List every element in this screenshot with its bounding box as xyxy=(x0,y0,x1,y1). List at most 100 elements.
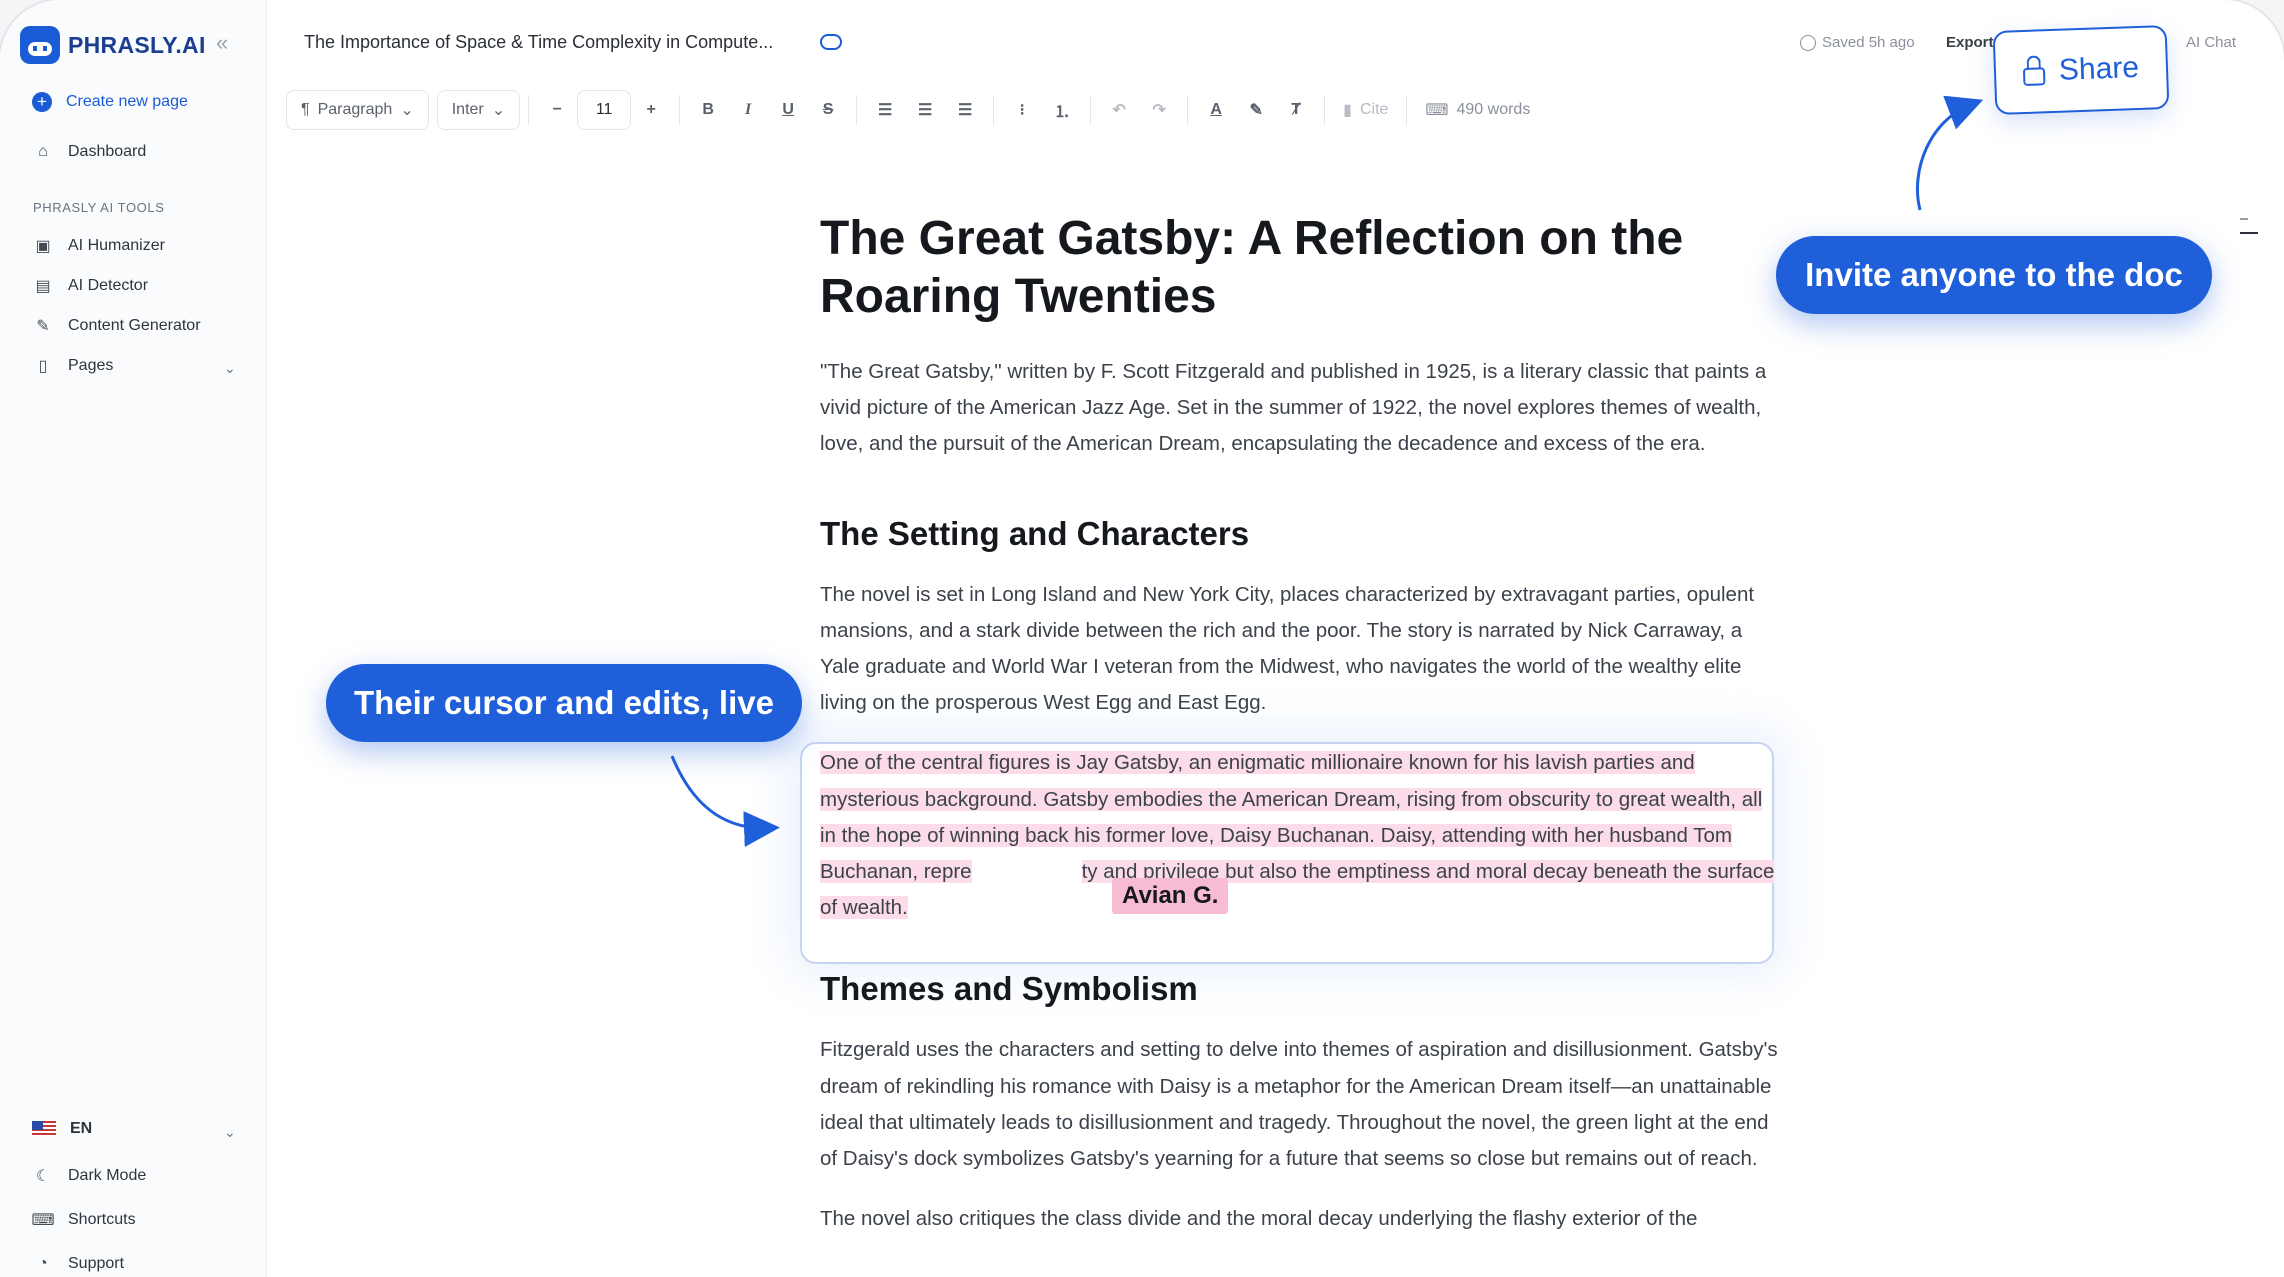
formatting-toolbar: ¶ Paragraph ⌄ Inter ⌄ − 11 + B I U S ☰ ☰… xyxy=(270,82,2260,138)
language-selector[interactable]: EN xyxy=(32,1120,92,1138)
section-heading-themes: Themes and Symbolism xyxy=(820,970,1198,1008)
language-chevron-down-icon[interactable]: ⌄ xyxy=(224,1124,236,1141)
decrease-size-button[interactable]: − xyxy=(537,91,577,129)
create-label: Create new page xyxy=(66,93,188,110)
toolbar-divider xyxy=(1324,95,1326,125)
keyboard-icon: ⌨ xyxy=(1425,102,1449,119)
paragraph-icon: ¶ xyxy=(301,101,310,118)
cite-icon: ▮ xyxy=(1343,102,1352,119)
font-label: Inter xyxy=(451,101,484,118)
language-label: EN xyxy=(70,1120,93,1137)
intro-paragraph: "The Great Gatsby," written by F. Scott … xyxy=(820,360,1767,456)
bullet-list-icon[interactable]: ⁝ xyxy=(1002,91,1042,129)
ai-humanizer-label: AI Humanizer xyxy=(68,237,165,254)
align-center-icon[interactable]: ☰ xyxy=(905,91,945,129)
paragraph-style-select[interactable]: ¶ Paragraph ⌄ xyxy=(286,90,429,130)
export-button[interactable]: Export xyxy=(1946,34,1994,51)
collapse-sidebar-icon[interactable]: « xyxy=(216,30,228,56)
font-size-input[interactable]: 11 xyxy=(577,90,632,130)
paragraph-label: Paragraph xyxy=(317,101,393,118)
cite-label: Cite xyxy=(1359,101,1389,118)
check-circle-icon xyxy=(1800,34,1816,51)
pages-label: Pages xyxy=(68,357,114,374)
outline-marker-active[interactable] xyxy=(2240,232,2258,234)
ai-detector-label: AI Detector xyxy=(68,277,149,294)
themes-paragraph: Fitzgerald uses the characters and setti… xyxy=(820,1038,1778,1171)
callout-invite: Invite anyone to the doc xyxy=(1776,236,2212,314)
saved-text: Saved 5h ago xyxy=(1822,34,1915,51)
toolbar-divider xyxy=(679,95,681,125)
toolbar-divider xyxy=(856,95,858,125)
sidebar-item-dashboard[interactable]: ⌂ Dashboard xyxy=(32,141,146,163)
shortcuts-label: Shortcuts xyxy=(68,1211,136,1228)
plus-icon: + xyxy=(32,92,52,112)
document-heading: The Great Gatsby: A Reflection on the Ro… xyxy=(820,212,1684,323)
sidebar-item-content-generator[interactable]: ✎ Content Generator xyxy=(32,315,201,337)
robot-icon: ▣ xyxy=(35,238,51,255)
chevron-down-icon: ⌄ xyxy=(400,102,414,119)
sidebar-item-ai-humanizer[interactable]: ▣ AI Humanizer xyxy=(32,235,165,257)
clear-format-icon[interactable]: Ⱦ xyxy=(1276,91,1316,129)
chat-bubble-icon: ◔ xyxy=(38,1255,48,1272)
align-left-icon[interactable]: ☰ xyxy=(865,91,905,129)
moon-icon: ☾ xyxy=(35,1168,51,1185)
strikethrough-icon[interactable]: S xyxy=(808,91,848,129)
word-count-label: 490 words xyxy=(1456,101,1531,118)
toolbar-divider xyxy=(1187,95,1189,125)
home-icon: ⌂ xyxy=(38,143,48,160)
underline-icon[interactable]: U xyxy=(768,91,808,129)
sidebar-item-support[interactable]: ◔ Support xyxy=(32,1253,124,1275)
ai-chat-button[interactable]: AI Chat xyxy=(2186,34,2236,51)
increase-size-button[interactable]: + xyxy=(631,91,671,129)
toolbar-divider xyxy=(1090,95,1092,125)
dark-mode-label: Dark Mode xyxy=(68,1167,147,1184)
align-right-icon[interactable]: ☰ xyxy=(945,91,985,129)
chevron-down-icon: ⌄ xyxy=(491,102,506,119)
content-generator-label: Content Generator xyxy=(68,317,201,334)
setting-paragraph: The novel is set in Long Island and New … xyxy=(820,582,1755,715)
redo-icon[interactable]: ↷ xyxy=(1139,91,1179,129)
logo[interactable]: PHRASLY.AI xyxy=(20,26,206,64)
sidebar-item-ai-detector[interactable]: ▤ AI Detector xyxy=(32,275,148,297)
sidebar-item-pages[interactable]: ▯ Pages xyxy=(32,355,114,377)
tools-section-label: PHRASLY AI TOOLS xyxy=(33,200,165,215)
section-heading-setting: The Setting and Characters xyxy=(820,514,1250,552)
text-color-icon[interactable]: A xyxy=(1196,91,1236,129)
callout-live-cursor: Their cursor and edits, live xyxy=(326,664,802,742)
document-body[interactable]: The Great Gatsby: A Reflection on the Ro… xyxy=(820,210,1780,1237)
collaborator-cursor-tag: Avian G. xyxy=(1112,878,1229,914)
undo-icon[interactable]: ↶ xyxy=(1099,91,1139,129)
toolbar-divider xyxy=(528,95,530,125)
logo-icon xyxy=(20,26,60,64)
italic-icon[interactable]: I xyxy=(728,91,768,129)
arrow-to-edit-region xyxy=(670,755,780,847)
keyboard-icon: ⌨ xyxy=(31,1212,55,1229)
lock-icon xyxy=(2022,67,2046,87)
sidebar-item-shortcuts[interactable]: ⌨ Shortcuts xyxy=(31,1209,136,1231)
create-new-page-button[interactable]: + Create new page xyxy=(32,92,188,112)
outline-marker xyxy=(2240,218,2248,220)
dark-mode-toggle[interactable]: ☾ Dark Mode xyxy=(32,1165,146,1187)
document-title-tab[interactable]: The Importance of Space & Time Complexit… xyxy=(304,32,773,53)
pencil-icon: ✎ xyxy=(36,318,50,335)
highlighted-paragraph: One of the central figures is Jay Gatsby… xyxy=(820,745,1780,926)
page-icon: ▯ xyxy=(38,358,48,375)
sidebar: PHRASLY.AI « + Create new page ⌂ Dashboa… xyxy=(0,0,267,1277)
numbered-list-icon[interactable]: ⒈ xyxy=(1042,91,1082,129)
closing-paragraph: The novel also critiques the class divid… xyxy=(820,1207,1698,1231)
font-family-select[interactable]: Inter ⌄ xyxy=(436,90,521,130)
share-label: Share xyxy=(2058,50,2140,87)
cite-button[interactable]: ▮ Cite xyxy=(1333,91,1398,129)
doc-search-icon: ▤ xyxy=(35,278,51,295)
share-button[interactable]: Share xyxy=(1992,24,2170,116)
logo-text: PHRASLY.AI xyxy=(68,31,206,58)
pages-chevron-down-icon[interactable]: ⌄ xyxy=(224,360,236,377)
app-window: PHRASLY.AI « + Create new page ⌂ Dashboa… xyxy=(0,0,2284,1277)
highlighter-icon[interactable]: ✎ xyxy=(1236,91,1276,129)
dashboard-label: Dashboard xyxy=(68,143,147,160)
bold-icon[interactable]: B xyxy=(688,91,728,129)
toolbar-divider xyxy=(1406,95,1408,125)
toolbar-divider xyxy=(993,95,995,125)
saved-status: Saved 5h ago xyxy=(1800,34,1915,51)
us-flag-icon xyxy=(32,1121,56,1137)
